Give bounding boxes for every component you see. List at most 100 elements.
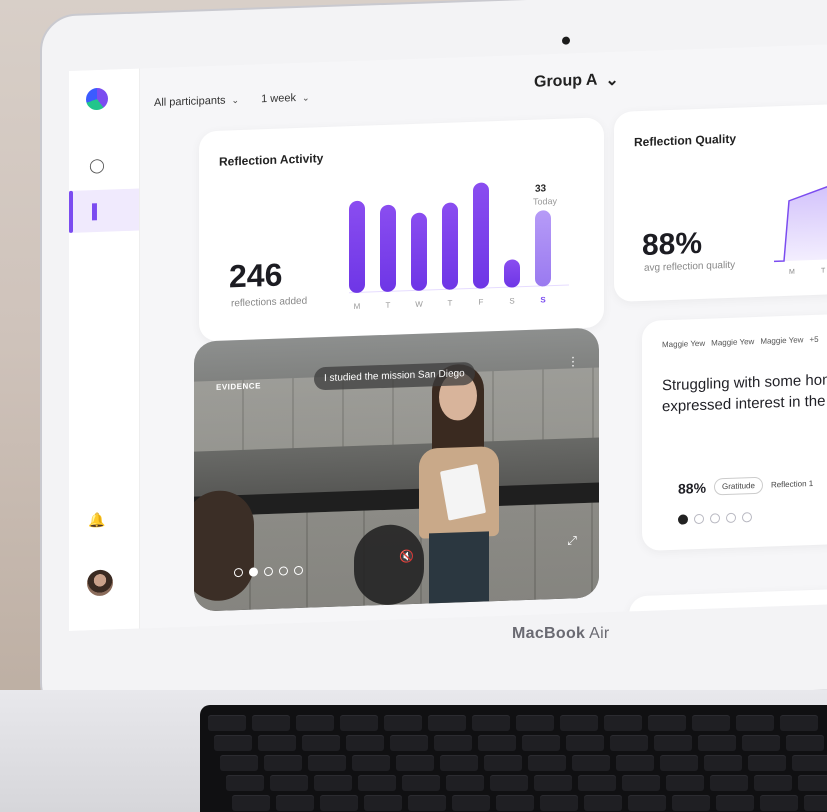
group-selector[interactable]: Group A ⌄ xyxy=(534,70,619,93)
pager-dot[interactable] xyxy=(694,513,704,525)
pager-dot[interactable] xyxy=(742,512,752,523)
device-brand: MacBook Air xyxy=(512,625,610,643)
analytics-icon[interactable]: ▌ xyxy=(87,201,107,222)
activity-chart: M T W T F S S 33 Today xyxy=(349,159,569,312)
key xyxy=(736,715,774,731)
key xyxy=(540,795,578,811)
participant-more: +5 xyxy=(809,334,819,345)
quality-axis-1: T xyxy=(821,267,826,275)
key xyxy=(754,775,792,791)
expand-icon[interactable]: ⤢ xyxy=(567,533,577,548)
key xyxy=(622,775,660,791)
pager-dot[interactable] xyxy=(726,512,736,524)
avatar[interactable] xyxy=(87,569,113,597)
device-brand-rest: Air xyxy=(585,625,610,642)
activity-bar[interactable] xyxy=(442,202,458,290)
quality-label: avg reflection quality xyxy=(644,259,736,274)
evidence-tag: EVIDENCE xyxy=(216,381,261,392)
key-row xyxy=(208,715,818,733)
key xyxy=(208,715,246,731)
pager-dot[interactable] xyxy=(234,567,243,578)
reflection-card[interactable]: Maggie Yew Maggie Yew Maggie Yew +5 Stru… xyxy=(642,309,827,551)
activity-bar[interactable] xyxy=(504,259,520,288)
chevron-down-icon: ⌄ xyxy=(301,92,310,103)
activity-bar[interactable] xyxy=(349,200,365,294)
day-label: T xyxy=(385,300,391,310)
key xyxy=(340,715,378,731)
key xyxy=(252,715,290,731)
key-row xyxy=(226,775,827,793)
mute-icon[interactable]: 🔇 xyxy=(399,549,414,564)
activity-bar[interactable] xyxy=(535,210,551,287)
activity-title: Reflection Activity xyxy=(219,151,324,169)
key xyxy=(534,775,572,791)
reflection-chip: Reflection 1 xyxy=(770,478,814,490)
nav-active-indicator xyxy=(69,190,73,233)
pager-dot[interactable] xyxy=(249,567,258,577)
bottom-card-2 xyxy=(629,584,827,631)
key-row xyxy=(220,755,827,773)
student-figure xyxy=(414,361,504,604)
key-row xyxy=(232,795,827,812)
key xyxy=(628,795,666,811)
key xyxy=(496,795,534,811)
key xyxy=(604,715,642,731)
participant-name: Maggie Yew xyxy=(662,338,706,350)
key xyxy=(716,795,754,811)
more-menu-icon[interactable]: ⋮ xyxy=(567,354,579,368)
reflection-meta: 88% Gratitude Reflection 1 xyxy=(678,475,813,497)
key-row xyxy=(214,735,824,753)
period-dropdown[interactable]: 1 week ⌄ xyxy=(261,92,310,105)
chevron-down-icon: ⌄ xyxy=(605,71,619,90)
bell-icon[interactable]: 🔔 xyxy=(87,510,107,531)
key xyxy=(320,795,358,811)
today-value: 33 xyxy=(535,183,547,195)
sidebar: ◯ ▌ 🔔 xyxy=(69,68,140,631)
participant-name: Maggie Yew xyxy=(760,335,804,346)
key xyxy=(742,735,780,751)
pager-dot[interactable] xyxy=(678,514,688,525)
key xyxy=(302,735,340,751)
pager-dot[interactable] xyxy=(710,513,720,524)
app-screen: ◯ ▌ 🔔 All participants ⌄ 1 week ⌄ Group … xyxy=(69,40,827,631)
day-label: M xyxy=(353,301,361,312)
quality-area xyxy=(774,155,827,262)
key xyxy=(276,795,314,811)
participants-dropdown[interactable]: All participants ⌄ xyxy=(154,94,239,109)
keyboard xyxy=(200,705,827,812)
key xyxy=(780,715,818,731)
evidence-video-card[interactable]: EVIDENCE I studied the mission San Diego… xyxy=(194,327,599,612)
key xyxy=(446,775,484,791)
activity-bar[interactable] xyxy=(380,204,396,293)
activity-card: Reflection Activity 246 reflections adde… xyxy=(199,117,604,342)
activity-bar[interactable] xyxy=(411,212,427,292)
participant-names: Maggie Yew Maggie Yew Maggie Yew +5 xyxy=(662,335,819,349)
key xyxy=(408,795,446,811)
pager-dot[interactable] xyxy=(294,565,303,576)
quality-title: Reflection Quality xyxy=(634,131,737,150)
leaf-icon[interactable]: ◯ xyxy=(87,155,107,176)
day-label: S xyxy=(509,296,515,306)
reflection-pager xyxy=(678,512,752,525)
key xyxy=(760,795,798,811)
key xyxy=(214,735,252,751)
pager-dot[interactable] xyxy=(264,566,273,577)
chevron-down-icon: ⌄ xyxy=(231,94,240,105)
activity-total: 246 xyxy=(229,256,283,295)
reflection-score: 88% xyxy=(678,479,707,497)
key xyxy=(792,755,827,771)
app-logo-icon[interactable] xyxy=(86,87,108,111)
activity-total-label: reflections added xyxy=(231,295,308,310)
pager-dot[interactable] xyxy=(279,566,288,576)
key xyxy=(578,775,616,791)
key xyxy=(786,735,824,751)
device-brand-bold: MacBook xyxy=(512,625,586,642)
activity-bar[interactable] xyxy=(473,182,489,289)
camera xyxy=(562,36,570,45)
gratitude-chip[interactable]: Gratitude xyxy=(714,476,763,496)
day-label: T xyxy=(447,298,453,308)
group-title: Group A xyxy=(534,71,598,91)
key xyxy=(296,715,334,731)
key xyxy=(528,755,566,771)
key xyxy=(478,735,516,751)
